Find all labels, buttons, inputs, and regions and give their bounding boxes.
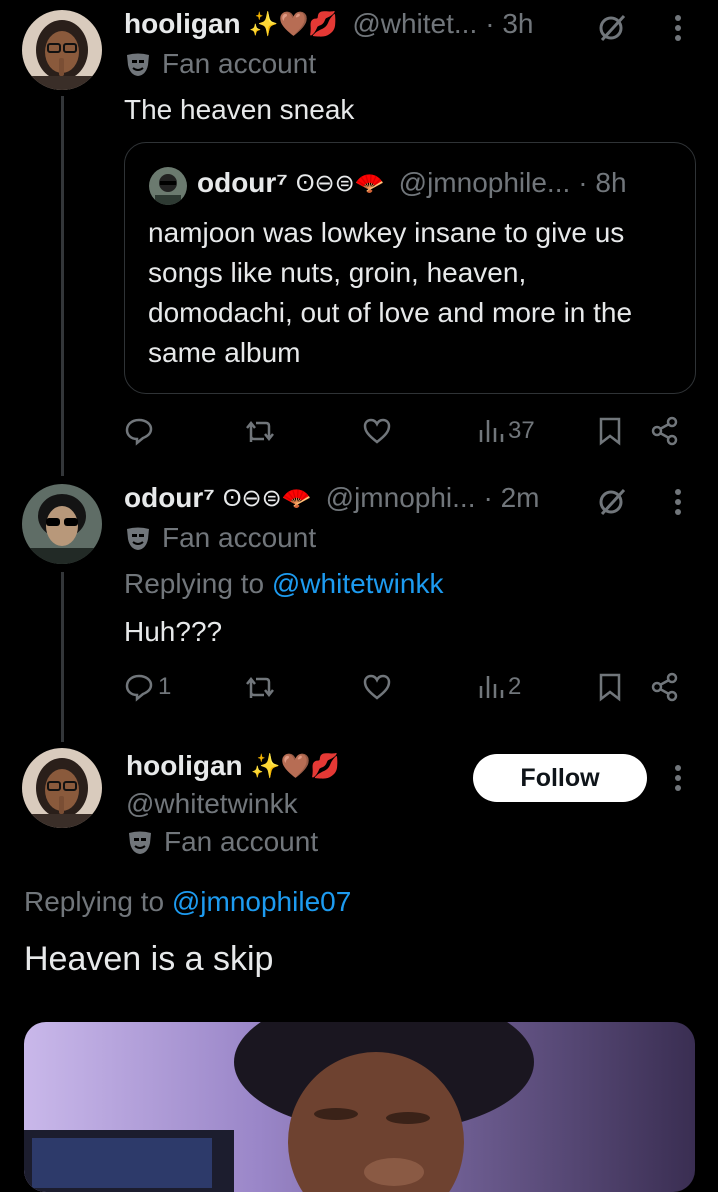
tweet3-header: hooligan ✨🤎💋 <box>126 750 340 782</box>
timestamp[interactable]: · 3h <box>485 8 533 40</box>
fan-account-label: Fan account <box>162 48 317 79</box>
views-count: 2 <box>508 673 522 700</box>
bookmark-icon <box>599 673 621 702</box>
handle[interactable]: @whitetwinkk <box>126 788 298 820</box>
quoted-tweet[interactable]: odour⁷ ʘ⊖⊜🪭 @jmnophile... · 8h namjoon w… <box>124 142 696 394</box>
bookmark-button[interactable] <box>598 416 622 446</box>
tweet1-header: hooligan ✨🤎💋 @whitet... · 3h <box>124 8 533 40</box>
more-icon[interactable] <box>672 12 684 44</box>
quoted-avatar <box>149 167 187 205</box>
tweet2-header: odour⁷ ʘ⊖⊜🪭 @jmnophi... · 2m <box>124 482 539 514</box>
display-name[interactable]: odour⁷ <box>124 482 215 514</box>
views-button[interactable]: 37 <box>478 416 535 446</box>
tweet-text: Huh??? <box>124 616 223 647</box>
bookmark-button[interactable] <box>598 672 622 702</box>
replying-prefix: Replying to <box>24 886 165 917</box>
share-icon <box>651 672 678 702</box>
name-emojis: ✨🤎💋 <box>250 752 341 780</box>
thread-line <box>61 96 64 476</box>
fan-mask-icon <box>129 831 151 854</box>
fan-account-badge: Fan account <box>126 826 318 858</box>
quoted-timestamp: · 8h <box>578 167 627 198</box>
views-icon <box>479 676 504 698</box>
retweet-icon <box>246 420 274 442</box>
more-icon[interactable] <box>672 762 684 794</box>
fan-account-badge: Fan account <box>124 522 316 554</box>
quoted-name-emojis: ʘ⊖⊜🪭 <box>295 169 385 197</box>
fan-account-badge: Fan account <box>124 48 316 80</box>
avatar-odour[interactable] <box>22 484 102 564</box>
replying-to-link[interactable]: @jmnophile07 <box>172 886 351 917</box>
grok-icon[interactable] <box>596 12 628 44</box>
retweet-button[interactable] <box>244 672 280 702</box>
replying-to: Replying to @whitetwinkk <box>124 568 443 600</box>
reply-icon <box>125 418 153 446</box>
quoted-text: namjoon was lowkey insane to give us son… <box>148 217 633 368</box>
fan-mask-icon <box>127 527 149 550</box>
follow-button[interactable]: Follow <box>473 754 647 802</box>
timestamp[interactable]: · 2m <box>483 482 539 514</box>
thread-line-2 <box>61 572 64 742</box>
bookmark-icon <box>599 417 621 446</box>
like-icon <box>363 674 391 700</box>
replying-to: Replying to @jmnophile07 <box>24 886 351 918</box>
quoted-header: odour⁷ ʘ⊖⊜🪭 @jmnophile... · 8h <box>197 167 627 199</box>
reply-icon <box>125 674 153 702</box>
replying-to-link[interactable]: @whitetwinkk <box>272 568 444 599</box>
grok-icon[interactable] <box>596 486 628 518</box>
fan-account-label: Fan account <box>164 826 319 857</box>
display-name[interactable]: hooligan <box>124 8 241 40</box>
views-count: 37 <box>508 417 535 444</box>
share-button[interactable] <box>650 416 680 446</box>
handle[interactable]: @whitet... <box>352 8 477 40</box>
share-icon <box>651 416 678 446</box>
quoted-display-name: odour⁷ <box>197 167 288 198</box>
display-name[interactable]: hooligan <box>126 750 243 782</box>
retweet-icon <box>246 676 274 698</box>
fan-mask-icon <box>127 53 149 76</box>
views-button[interactable]: 2 <box>478 672 521 702</box>
handle[interactable]: @jmnophi... <box>326 482 476 514</box>
name-emojis: ʘ⊖⊜🪭 <box>222 484 312 512</box>
avatar-hooligan[interactable] <box>22 748 102 828</box>
like-icon <box>363 418 391 444</box>
reply-count: 1 <box>158 673 172 700</box>
views-icon <box>479 420 504 442</box>
fan-account-label: Fan account <box>162 522 317 553</box>
retweet-button[interactable] <box>244 416 280 446</box>
tweet-text: Heaven is a skip <box>24 940 274 978</box>
like-button[interactable] <box>362 672 396 702</box>
tweet-text: The heaven sneak <box>124 94 355 125</box>
more-icon[interactable] <box>672 486 684 518</box>
quoted-handle: @jmnophile... <box>398 167 571 198</box>
avatar-hooligan[interactable] <box>22 10 102 90</box>
replying-prefix: Replying to <box>124 568 265 599</box>
like-button[interactable] <box>362 416 396 446</box>
reply-button[interactable] <box>124 416 158 446</box>
share-button[interactable] <box>650 672 680 702</box>
reply-button[interactable]: 1 <box>124 672 171 702</box>
name-emojis: ✨🤎💋 <box>248 10 339 38</box>
